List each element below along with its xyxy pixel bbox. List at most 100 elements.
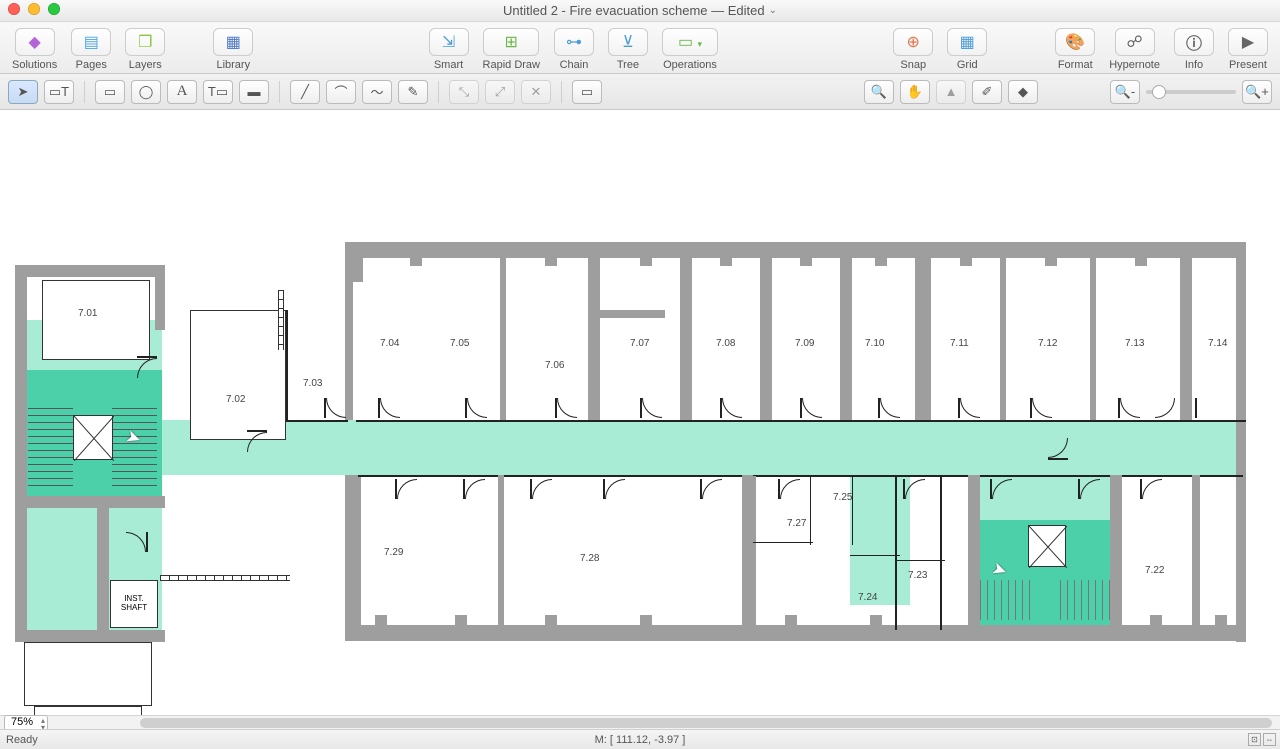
smart-button[interactable]: ⇲Smart [425,28,473,71]
hypernote-button[interactable]: ☍Hypernote [1105,28,1164,71]
connector-tool-1[interactable]: ⤡ [449,80,479,104]
window-strip [278,290,284,350]
pan-tool[interactable]: ✋ [900,80,930,104]
room-label: 7.22 [1145,565,1164,576]
room-label: 7.07 [630,338,649,349]
wall [595,310,665,318]
door-icon [1140,477,1162,499]
wall [1192,475,1200,630]
eraser-tool[interactable]: ◆ [1008,80,1038,104]
evac-path [850,475,910,605]
h-scrollbar[interactable]: 75%▴▾ [0,715,1280,729]
scrollbar-thumb[interactable] [140,718,1272,728]
zoom-out-button[interactable]: 🔍- [1110,80,1140,104]
door-icon [778,477,800,499]
text-frame-tool[interactable]: ▭T [44,80,74,104]
close-icon[interactable] [8,3,20,15]
info-button[interactable]: ⓘInfo [1170,28,1218,71]
wall [286,420,348,422]
wall [97,498,109,638]
door-icon [245,430,267,452]
room-label: 7.01 [78,308,97,319]
door-icon [530,477,552,499]
wall [15,265,165,277]
chain-button[interactable]: ⊶Chain [550,28,598,71]
pen-tool[interactable]: ✎ [398,80,428,104]
titlebar: Untitled 2 - Fire evacuation scheme — Ed… [0,0,1280,22]
tree-button[interactable]: ⊻Tree [604,28,652,71]
clone-tool[interactable]: ▭ [572,80,602,104]
rectangle-tool[interactable]: ▭ [95,80,125,104]
wall [155,265,165,330]
fill-tool[interactable]: ▲ [936,80,966,104]
callout-tool[interactable]: ▬ [239,80,269,104]
wall [680,250,692,422]
pointer-tool[interactable]: ➤ [8,80,38,104]
room [34,706,142,715]
door-icon [395,477,417,499]
room-label: 7.29 [384,547,403,558]
door-icon [800,398,822,420]
text-box-tool[interactable]: T▭ [203,80,233,104]
connector-tool-3[interactable]: ✕ [521,80,551,104]
wall [345,242,363,282]
door-icon [135,356,157,378]
wall [15,496,165,508]
fit-width-icon[interactable]: ⇔ [1263,733,1276,746]
door-icon [603,477,625,499]
door-icon [958,398,980,420]
grid-icon: ▦ [960,32,975,52]
rapid-draw-button[interactable]: ⊞Rapid Draw [479,28,544,71]
door-icon [1118,398,1140,420]
arc-tool[interactable]: ⌒ [326,80,356,104]
minimize-icon[interactable] [28,3,40,15]
status-text: Ready [6,734,38,746]
wall [345,242,1245,258]
ellipse-tool[interactable]: ◯ [131,80,161,104]
wall [1090,250,1096,422]
door-icon [700,477,722,499]
room-label: 7.13 [1125,338,1144,349]
room-label: 7.28 [580,553,599,564]
door-icon [465,398,487,420]
grid-button[interactable]: ▦Grid [943,28,991,71]
curve-tool[interactable]: 〜 [362,80,392,104]
text-tool[interactable]: A [167,80,197,104]
door-icon [990,477,1012,499]
operations-button[interactable]: ▭ ▾Operations [658,28,722,71]
solutions-button[interactable]: ◆Solutions [8,28,61,71]
door-icon [878,398,900,420]
door-icon [378,398,400,420]
wall [345,475,361,640]
wall [1000,250,1006,422]
ops-icon: ▭ ▾ [678,32,702,52]
connector-tool-2[interactable]: ⤢ [485,80,515,104]
room-label: 7.23 [908,570,927,581]
zoom-tool[interactable]: 🔍 [864,80,894,104]
wall [1110,475,1122,630]
library-button[interactable]: ▦Library [209,28,257,71]
pages-button[interactable]: ▤Pages [67,28,115,71]
canvas[interactable]: INST. SHAFT [0,110,1280,715]
wall [345,280,353,420]
room-label: 7.09 [795,338,814,349]
rapid-icon: ⊞ [505,32,518,52]
present-button[interactable]: ▶Present [1224,28,1272,71]
wall [1236,242,1246,642]
format-button[interactable]: 🎨Format [1051,28,1099,71]
zoom-slider[interactable] [1146,90,1236,94]
title-text: Untitled 2 - Fire evacuation scheme — Ed… [503,3,765,18]
room-label: 7.24 [858,592,877,603]
fit-page-icon[interactable]: ⊡ [1248,733,1261,746]
line-tool[interactable]: ╱ [290,80,320,104]
library-icon: ▦ [226,32,241,52]
wall [1180,250,1192,422]
zoom-in-button[interactable]: 🔍+ [1242,80,1272,104]
window-title[interactable]: Untitled 2 - Fire evacuation scheme — Ed… [503,3,777,18]
fullscreen-icon[interactable] [48,3,60,15]
eyedropper-tool[interactable]: ✐ [972,80,1002,104]
stairs-icon [28,408,73,490]
elevator [73,415,113,460]
layers-button[interactable]: ❐Layers [121,28,169,71]
snap-button[interactable]: ⊕Snap [889,28,937,71]
